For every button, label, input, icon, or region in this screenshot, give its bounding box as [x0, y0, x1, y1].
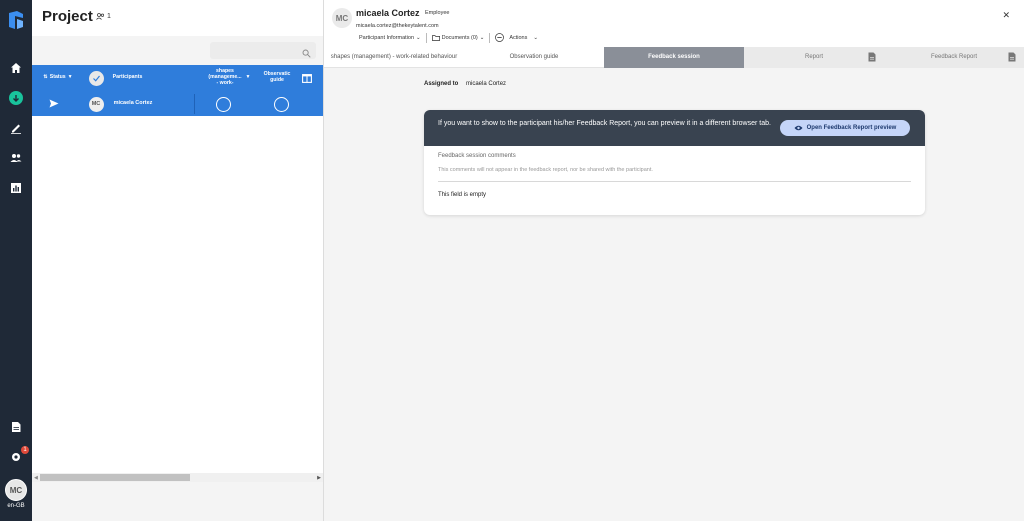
- card-header: If you want to show to the participant h…: [424, 110, 925, 146]
- scroll-right-icon[interactable]: ▶: [317, 475, 321, 481]
- toolbar-divider: [489, 32, 491, 43]
- table-row[interactable]: MC micaela Cortez: [32, 91, 323, 116]
- comments-divider: [438, 181, 911, 182]
- assigned-to: Assigned to micaela Cortez: [424, 81, 507, 87]
- comments-note: This comments will not appear in the fee…: [438, 167, 653, 173]
- columns-icon[interactable]: [300, 70, 314, 86]
- shapes-status-circle[interactable]: [215, 96, 231, 112]
- tab-shapes[interactable]: shapes (management) - work-related behav…: [324, 47, 464, 68]
- scroll-left-icon[interactable]: ◀: [34, 475, 38, 481]
- document-icon[interactable]: [8, 419, 24, 435]
- observation-status-circle[interactable]: [273, 96, 289, 112]
- participant-detail-panel: MC micaela Cortez Employee micaela.corte…: [324, 0, 1024, 521]
- participant-name[interactable]: micaela Cortez: [110, 91, 156, 116]
- send-icon[interactable]: [46, 91, 62, 116]
- table-header: ⇅ Status ▼ Participants shapes (manageme…: [32, 65, 323, 91]
- nav-rail: 1 MC en-GB: [0, 0, 32, 521]
- projects-nav-icon[interactable]: [8, 90, 24, 106]
- tab-bar: shapes (management) - work-related behav…: [324, 47, 1024, 68]
- select-all-checkbox[interactable]: [88, 70, 104, 86]
- panel-footer: [32, 482, 323, 521]
- project-title: Project: [42, 8, 93, 25]
- notification-badge: 1: [21, 446, 29, 454]
- toolbar-divider: [425, 32, 427, 43]
- tab-feedback-session[interactable]: Feedback session: [604, 47, 744, 68]
- caret-down-icon: ▼: [67, 74, 73, 81]
- home-icon[interactable]: [8, 60, 24, 76]
- participant-role: Employee: [425, 10, 450, 16]
- comments-label: Feedback session comments: [438, 153, 516, 159]
- participant-count: 1: [96, 13, 111, 20]
- participant-email: micaela.cortez@thekeytalent.com: [356, 23, 439, 29]
- project-panel: Project 1 ⇅ Status ▼ Participants shapes…: [32, 0, 323, 521]
- participant-header: MC micaela Cortez Employee micaela.corte…: [324, 0, 1024, 47]
- user-avatar[interactable]: MC: [5, 479, 27, 501]
- search-input[interactable]: [210, 42, 316, 59]
- documents-dropdown[interactable]: Documents (0) ⌄: [429, 35, 488, 41]
- app-logo[interactable]: [8, 10, 24, 30]
- locale-label[interactable]: en-GB: [0, 503, 32, 509]
- eye-icon: [794, 125, 803, 131]
- participant-information-dropdown[interactable]: Participant Information ⌄: [356, 35, 424, 41]
- comments-field[interactable]: This field is empty: [438, 192, 486, 198]
- feedback-report-document-icon: [1008, 52, 1016, 65]
- avatar: MC: [88, 96, 104, 112]
- people-icon[interactable]: [8, 150, 24, 166]
- open-feedback-report-preview-button[interactable]: Open Feedback Report preview: [780, 120, 910, 136]
- horizontal-scrollbar[interactable]: ◀ ▶: [32, 473, 323, 482]
- report-document-icon: [868, 52, 876, 65]
- feedback-session-card: If you want to show to the participant h…: [424, 110, 925, 215]
- settings-icon[interactable]: 1: [8, 446, 29, 465]
- tab-feedback-report: Feedback Report: [884, 47, 1024, 68]
- scroll-thumb[interactable]: [40, 474, 190, 481]
- chevron-down-icon: ⌄: [479, 34, 485, 41]
- tab-observation-guide[interactable]: Observation guide: [464, 47, 604, 68]
- folder-icon: [431, 34, 440, 41]
- participants-column-header[interactable]: Participants: [110, 65, 145, 91]
- analytics-icon[interactable]: [8, 180, 24, 196]
- chevron-down-icon: ⌄: [533, 34, 538, 41]
- edit-icon[interactable]: [8, 120, 24, 136]
- status-column-header[interactable]: ⇅ Status ▼: [38, 65, 78, 91]
- tab-report: Report: [744, 47, 884, 68]
- participant-name-title: micaela Cortez: [356, 8, 420, 18]
- more-icon: [495, 33, 505, 42]
- sort-icon: ⇅: [43, 74, 48, 81]
- participant-toolbar: Participant Information ⌄ Documents (0) …: [356, 32, 541, 43]
- observation-column-header[interactable]: Observatic guide: [262, 65, 292, 91]
- actions-dropdown[interactable]: Actions ⌄: [492, 33, 541, 42]
- search-icon: [302, 45, 311, 63]
- avatar: MC: [332, 8, 352, 28]
- chevron-down-icon: ⌄: [416, 34, 421, 41]
- column-divider: [194, 94, 195, 114]
- preview-message: If you want to show to the participant h…: [438, 120, 771, 127]
- caret-down-icon[interactable]: ▼: [242, 65, 254, 91]
- shapes-column-header[interactable]: shapes (manageme... - work-: [208, 65, 241, 91]
- close-icon[interactable]: ✕: [1002, 10, 1010, 21]
- people-icon: [96, 13, 105, 20]
